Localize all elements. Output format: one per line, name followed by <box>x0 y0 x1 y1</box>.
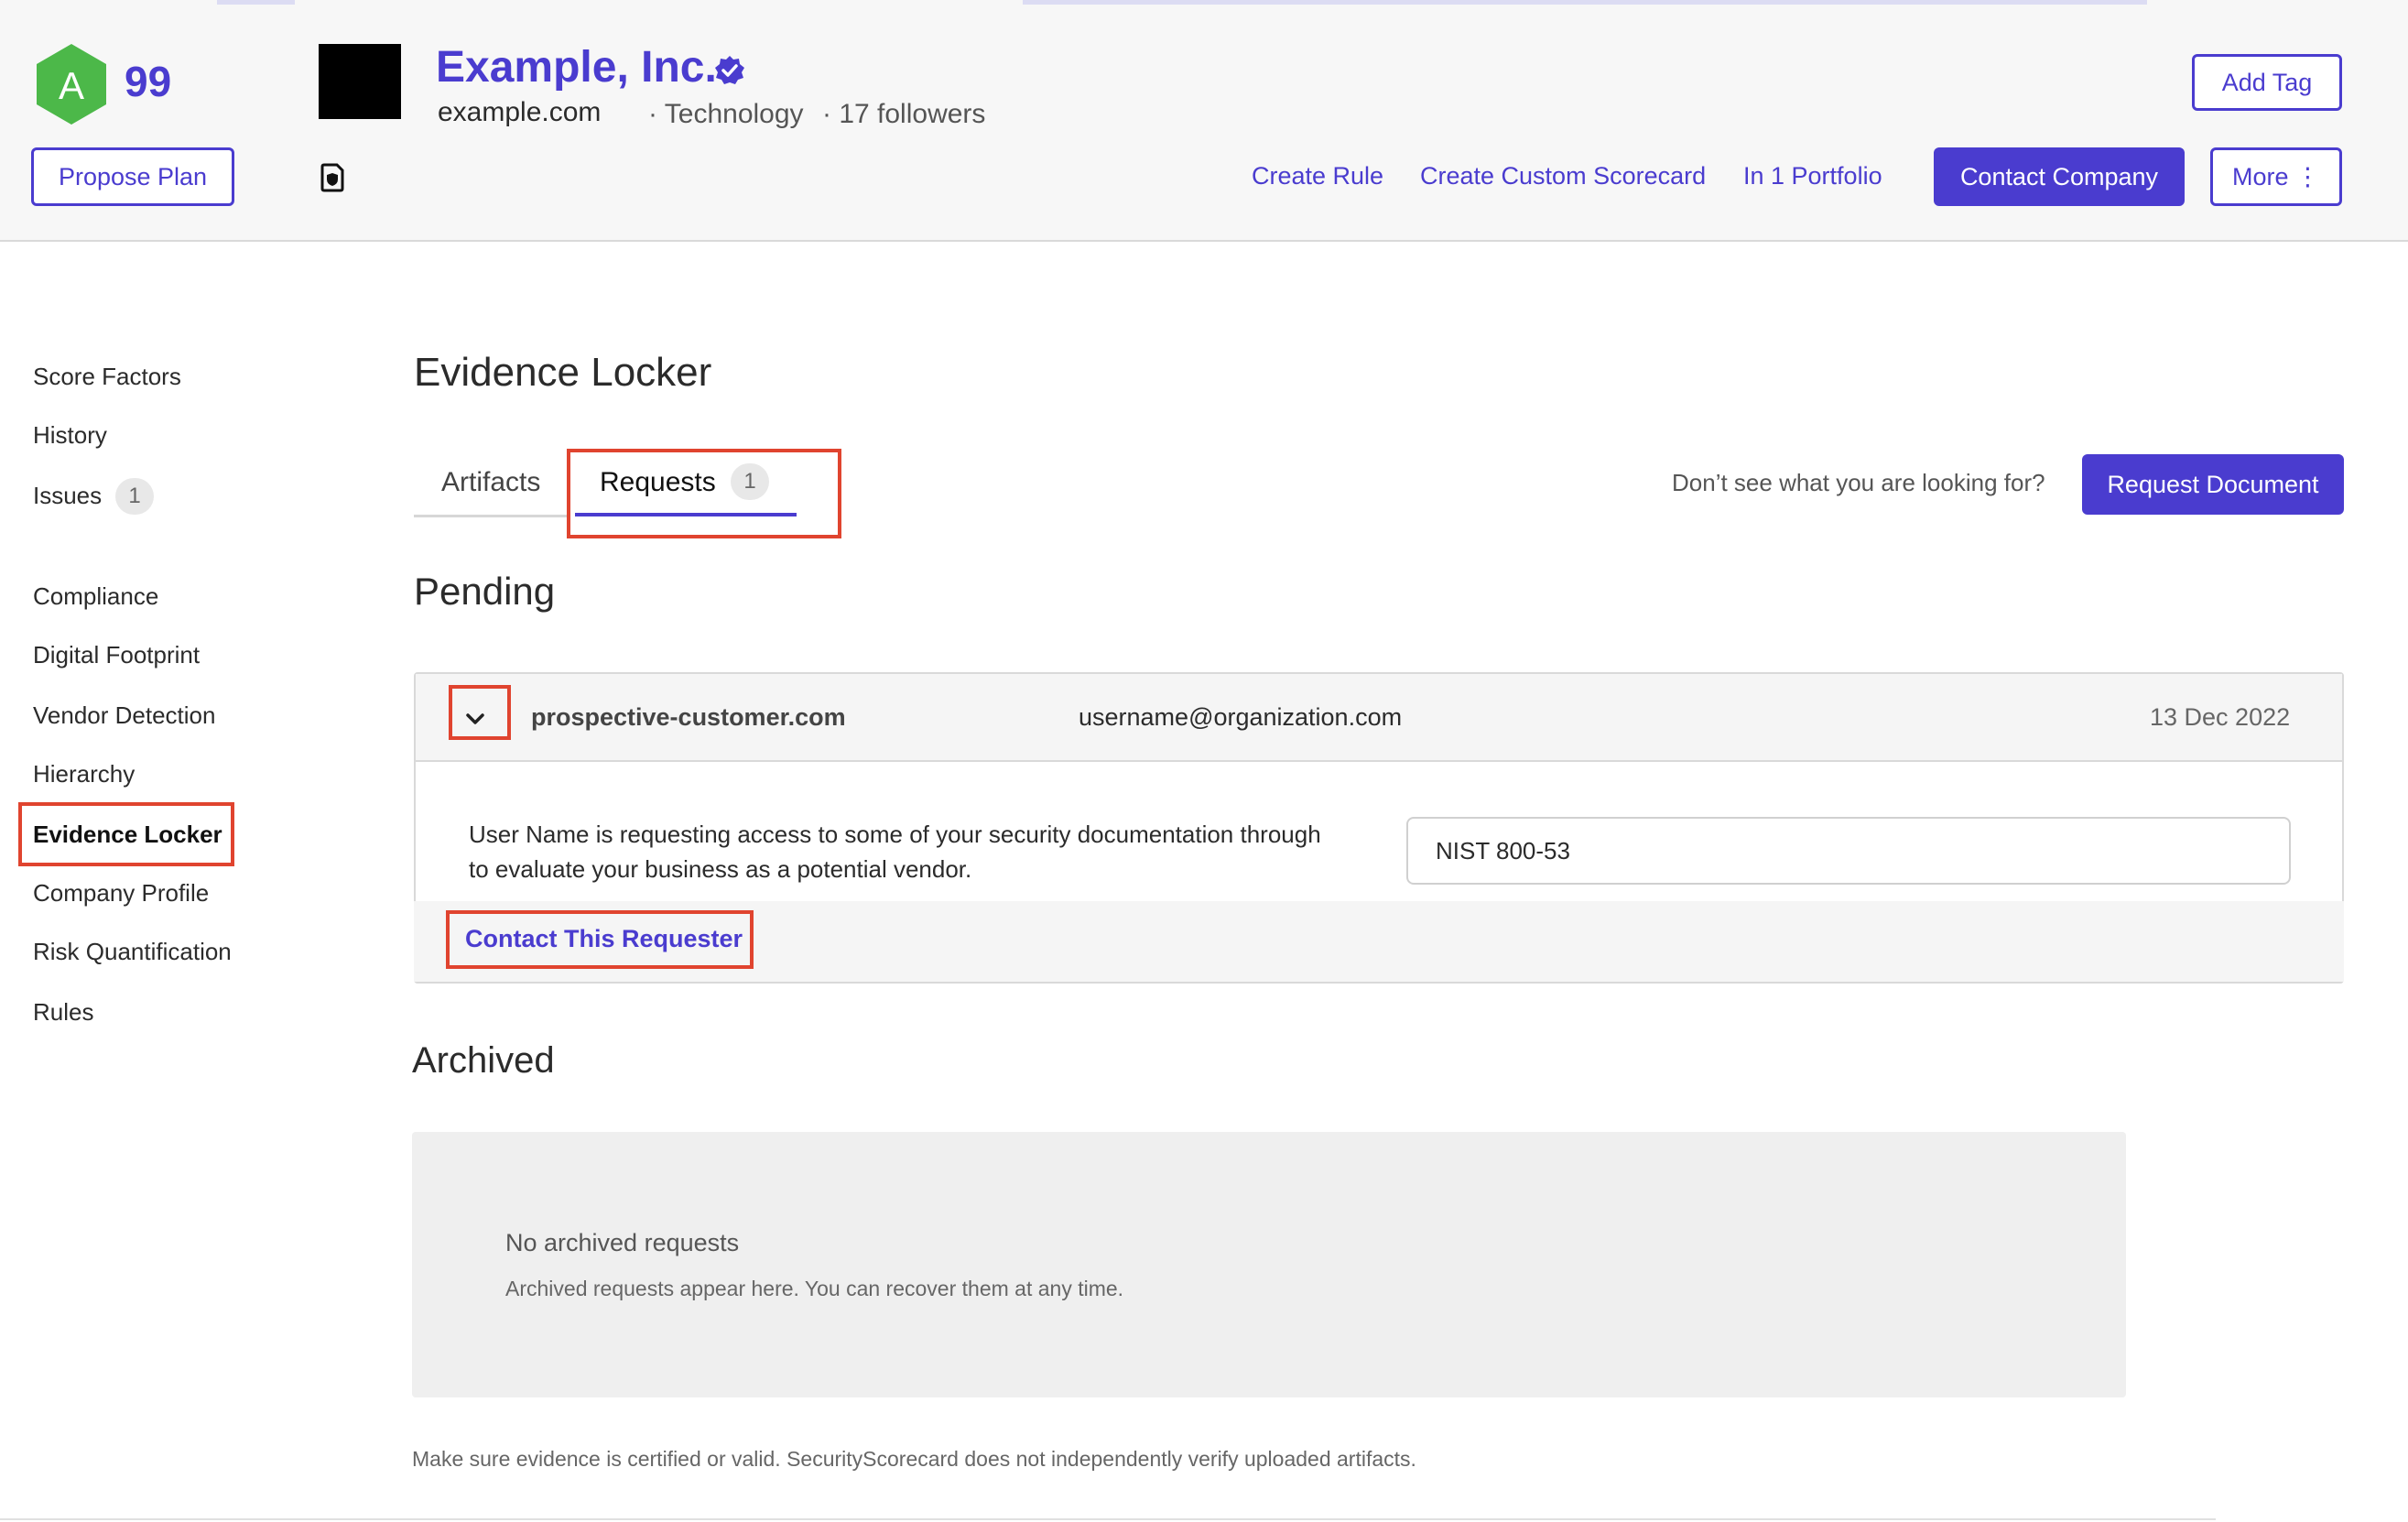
issues-count-badge: 1 <box>115 478 154 515</box>
request-date: 13 Dec 2022 <box>2150 703 2291 731</box>
request-message-line-1: User Name is requesting access to some o… <box>469 821 1321 848</box>
company-followers: · 17 followers <box>822 99 986 129</box>
archived-empty-title: No archived requests <box>505 1229 740 1256</box>
contact-company-button[interactable]: Contact Company <box>1934 147 2185 206</box>
sidebar-item-history[interactable]: History <box>33 421 107 450</box>
highlight-expand-chevron <box>449 685 511 740</box>
request-message: User Name is requesting access to some o… <box>469 817 1384 886</box>
tabs-divider <box>414 515 568 517</box>
sidebar-item-digital-footprint[interactable]: Digital Footprint <box>33 641 200 669</box>
portfolio-link[interactable]: In 1 Portfolio <box>1743 162 1882 190</box>
sidebar-item-rules[interactable]: Rules <box>33 998 93 1027</box>
archived-heading: Archived <box>412 1040 555 1081</box>
sidebar-item-compliance[interactable]: Compliance <box>33 582 158 611</box>
verified-badge-icon <box>715 56 744 84</box>
add-tag-button[interactable]: Add Tag <box>2192 54 2342 111</box>
grade-letter: A <box>59 64 84 107</box>
highlight-requests-tab <box>567 449 841 538</box>
archived-empty-subtitle: Archived requests appear here. You can r… <box>505 1277 1124 1300</box>
security-score: 99 <box>125 58 172 105</box>
create-rule-link[interactable]: Create Rule <box>1252 162 1383 190</box>
request-row-header[interactable]: prospective-customer.com username@organi… <box>416 674 2342 762</box>
pending-heading: Pending <box>414 570 556 613</box>
request-message-line-2: to evaluate your business as a potential… <box>469 855 972 883</box>
requester-email: username@organization.com <box>1079 703 1403 731</box>
more-menu-button[interactable]: More ⋮ <box>2210 147 2342 206</box>
footer-divider <box>0 1518 2216 1520</box>
requested-document-field: NIST 800-53 <box>1406 817 2291 885</box>
company-name[interactable]: Example, Inc. <box>436 42 717 92</box>
archived-empty-state <box>412 1132 2126 1397</box>
sidebar-item-hierarchy[interactable]: Hierarchy <box>33 760 135 788</box>
sidebar-item-company-profile[interactable]: Company Profile <box>33 879 209 908</box>
sidebar-item-risk-quantification[interactable]: Risk Quantification <box>33 938 232 966</box>
request-prompt-text: Don’t see what you are looking for? <box>1672 469 2045 496</box>
company-domain[interactable]: example.com <box>438 97 601 128</box>
top-progress-strip <box>217 0 2147 5</box>
request-document-button[interactable]: Request Document <box>2082 454 2344 515</box>
highlight-contact-requester <box>446 910 754 969</box>
grade-hexagon-icon: A <box>37 44 106 125</box>
create-custom-scorecard-link[interactable]: Create Custom Scorecard <box>1420 162 1706 190</box>
company-industry: · Technology <box>648 99 804 129</box>
sidebar-item-vendor-detection[interactable]: Vendor Detection <box>33 701 215 730</box>
company-header: A 99 Example, Inc. example.com · Technol… <box>0 0 2408 242</box>
verification-disclaimer: Make sure evidence is certified or valid… <box>412 1447 1416 1471</box>
page-title: Evidence Locker <box>414 350 712 395</box>
requester-domain: prospective-customer.com <box>531 703 846 731</box>
company-logo <box>319 44 401 119</box>
propose-plan-button[interactable]: Propose Plan <box>31 147 234 206</box>
sidebar-item-score-factors[interactable]: Score Factors <box>33 363 181 391</box>
document-shield-icon[interactable] <box>320 163 346 192</box>
highlight-evidence-locker <box>18 802 234 866</box>
sidebar-item-issues[interactable]: Issues <box>33 482 102 510</box>
tab-artifacts[interactable]: Artifacts <box>441 467 540 498</box>
